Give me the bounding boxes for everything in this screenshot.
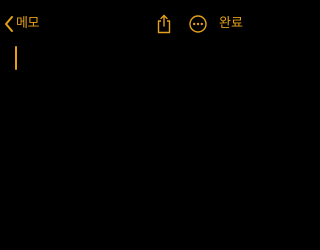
share-icon (156, 14, 172, 38)
back-button-label: 메모 (16, 16, 39, 31)
ellipsis-circle-icon (189, 15, 207, 37)
navigation-bar: 메모 완료 (0, 10, 250, 38)
share-button[interactable] (156, 14, 172, 34)
back-button[interactable]: 메모 (4, 12, 39, 36)
text-cursor (15, 46, 17, 70)
done-button[interactable]: 완료 (219, 12, 243, 36)
chevron-left-icon (4, 16, 14, 32)
more-options-button[interactable] (189, 15, 207, 33)
note-editor[interactable] (0, 40, 250, 250)
